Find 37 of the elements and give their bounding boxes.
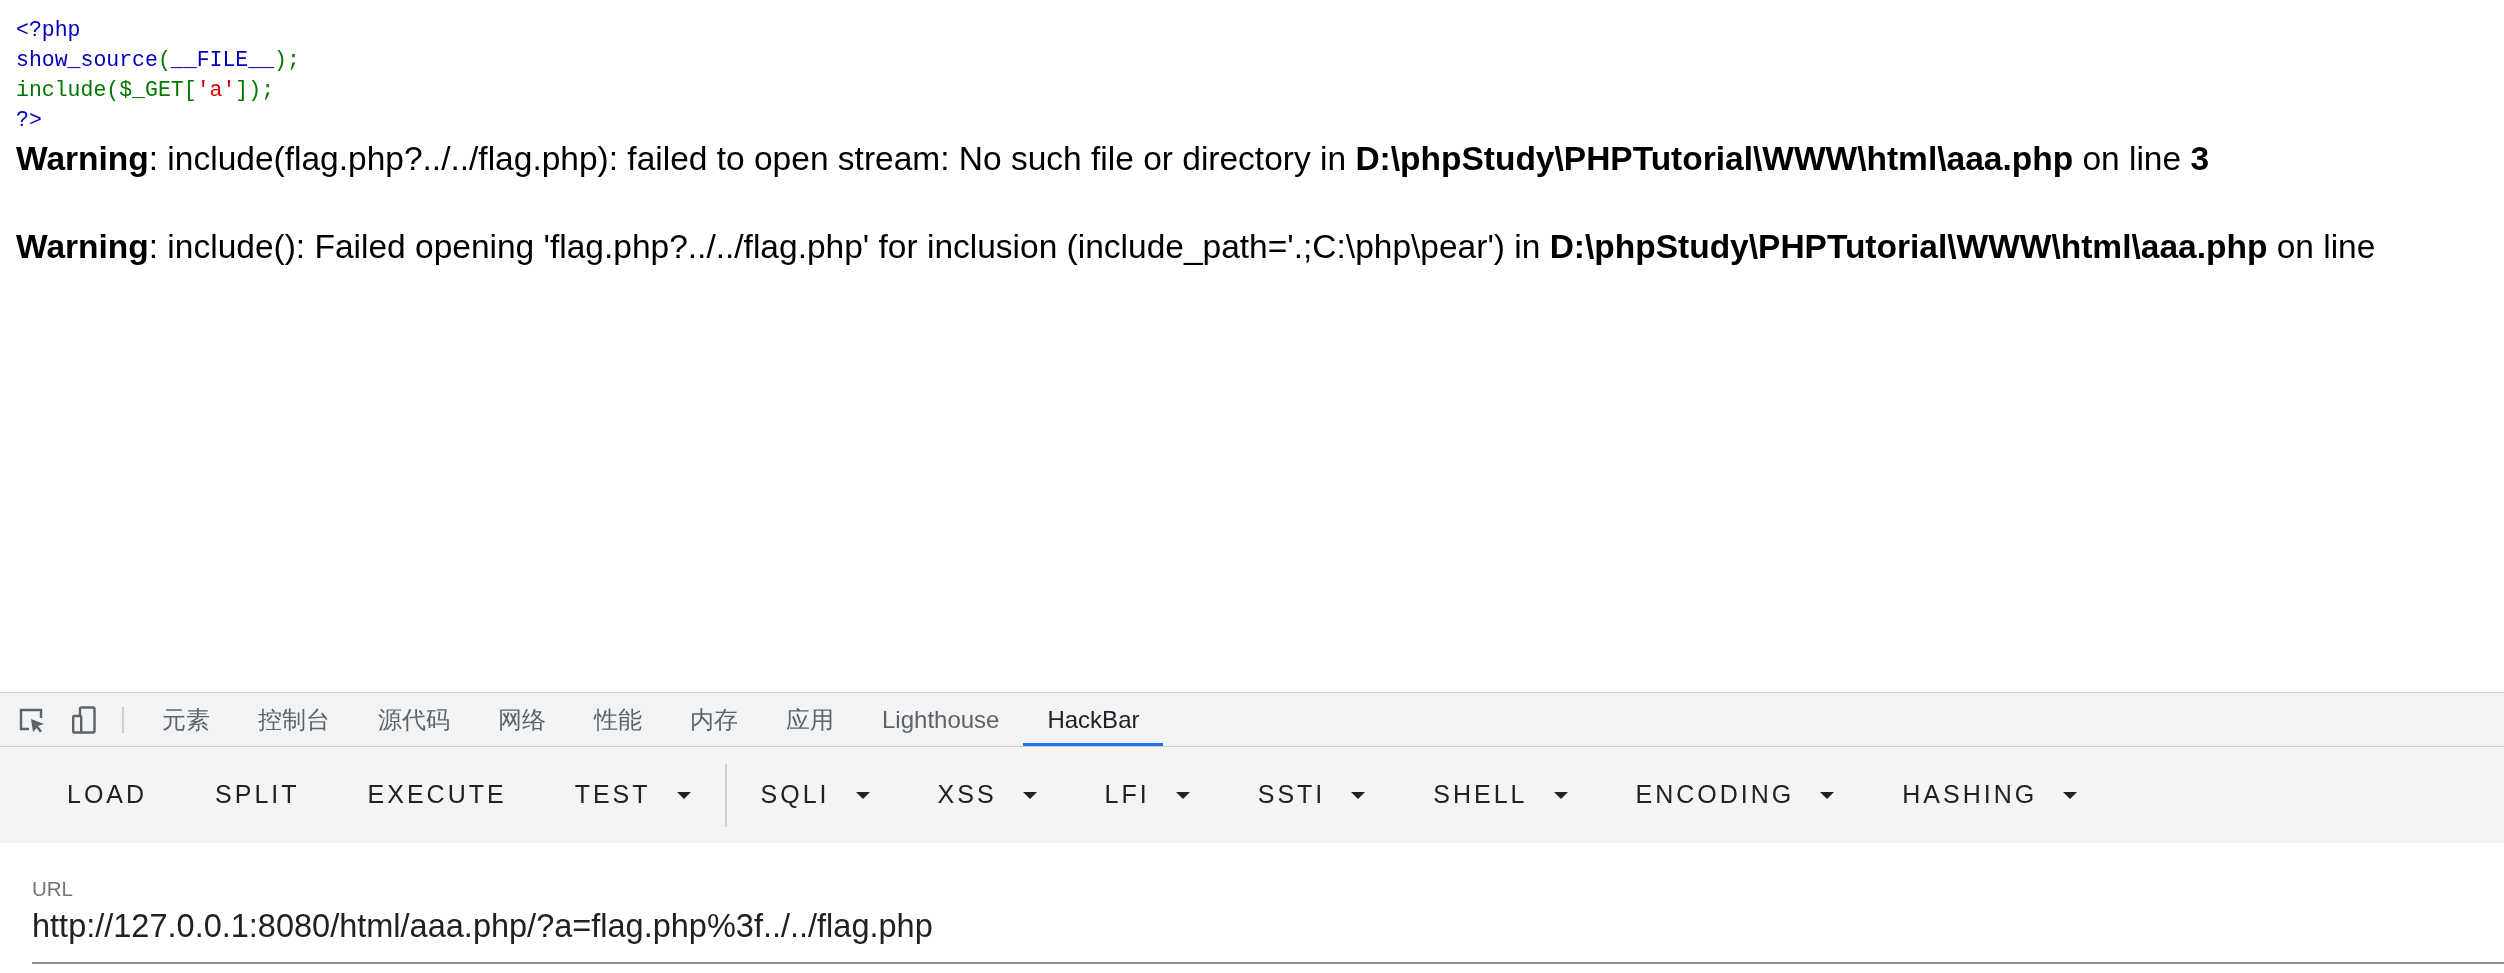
toolbar-button[interactable]: EXECUTE: [341, 766, 533, 824]
devtools-tab[interactable]: 性能: [570, 693, 666, 746]
devtools-tab[interactable]: 控制台: [234, 693, 354, 746]
caret-icon: [676, 791, 691, 799]
warning-message: Warning: include(): Failed opening 'flag.php?../../flag.php' for inclusion (include_path='.;C:\php\pear') in D:\phpStudy\PHPTutorial\WWW\html\aaa.php on line: [16, 227, 2376, 267]
url-field[interactable]: http://127.0.0.1:8080/html/aaa.php/?a=flag.php%3f../../flag.php: [32, 901, 2504, 964]
dropdown-button[interactable]: HASHING: [1876, 766, 2104, 824]
caret-icon: [855, 791, 870, 799]
caret-icon: [1820, 791, 1835, 799]
dropdown-button[interactable]: XSS: [911, 766, 1063, 824]
code-line: ?>: [16, 107, 42, 134]
devtools-tab[interactable]: 内存: [666, 693, 762, 746]
warning-message: Warning: include(flag.php?../../flag.php): failed to open stream: No such file or directory in D:\phpStudy\PHPTutorial\WWW\html\aaa.php on line 3: [16, 139, 2210, 179]
field-label: URL: [32, 877, 73, 901]
code-line: show_source(__FILE__);: [16, 47, 300, 74]
code-line: <?php: [16, 17, 81, 44]
devtools-tab[interactable]: Lighthouse: [858, 693, 1024, 746]
caret-icon: [1553, 791, 1568, 799]
dropdown-button[interactable]: TEST: [548, 766, 717, 824]
devtools-tab[interactable]: 网络: [474, 693, 570, 746]
dropdown-button[interactable]: SSTI: [1231, 766, 1392, 824]
devtools-tab[interactable]: 源代码: [354, 693, 474, 746]
caret-icon: [1351, 791, 1366, 799]
code-line: include($_GET['a']);: [16, 77, 275, 104]
device-toolbar-icon[interactable]: [72, 705, 96, 734]
dropdown-button[interactable]: LFI: [1078, 766, 1216, 824]
dropdown-button[interactable]: SHELL: [1407, 766, 1594, 824]
toolbar-button[interactable]: SPLIT: [189, 766, 326, 824]
caret-icon: [2063, 791, 2078, 799]
dropdown-button[interactable]: ENCODING: [1609, 766, 1861, 824]
devtools-tab[interactable]: 应用: [762, 693, 858, 746]
dropdown-button[interactable]: SQLI: [734, 766, 896, 824]
caret-icon: [1175, 791, 1190, 799]
inspect-icon[interactable]: [18, 706, 46, 733]
toolbar-button[interactable]: LOAD: [41, 766, 174, 824]
caret-icon: [1022, 791, 1037, 799]
devtools-tab[interactable]: 元素: [138, 693, 234, 746]
